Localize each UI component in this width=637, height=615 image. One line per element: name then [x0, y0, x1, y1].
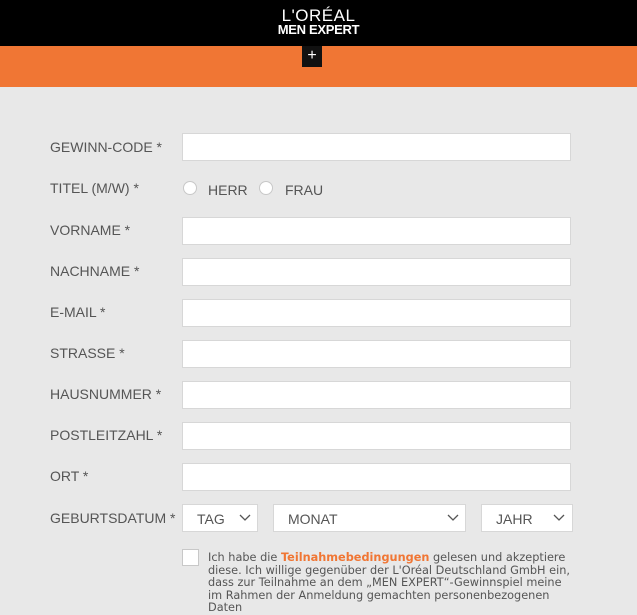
postleitzahl-input[interactable]: [182, 422, 571, 450]
vorname-label: VORNAME *: [50, 222, 131, 238]
ort-label: ORT *: [50, 468, 89, 484]
email-input[interactable]: [182, 299, 571, 327]
strasse-label: STRASSE *: [50, 345, 125, 361]
monat-select-value: MONAT: [288, 511, 338, 527]
ort-input[interactable]: [182, 463, 571, 491]
gewinn-code-label: GEWINN-CODE *: [50, 139, 162, 155]
chevron-down-icon: [553, 514, 565, 521]
hausnummer-label: HAUSNUMMER *: [50, 386, 162, 402]
radio-herr[interactable]: [183, 181, 197, 195]
postleitzahl-label: POSTLEITZAHL *: [50, 427, 163, 443]
nachname-input[interactable]: [182, 258, 571, 286]
teilnahmebedingungen-link[interactable]: Teilnahmebedingungen: [281, 551, 429, 564]
strasse-input[interactable]: [182, 340, 571, 368]
geburtsdatum-label: GEBURTSDATUM *: [50, 510, 176, 526]
titel-label: TITEL (M/W) *: [50, 180, 139, 196]
radio-frau[interactable]: [259, 181, 273, 195]
monat-select[interactable]: MONAT: [273, 504, 466, 532]
radio-herr-label[interactable]: HERR: [208, 182, 248, 198]
jahr-select-value: JAHR: [496, 511, 533, 527]
consent-checkbox[interactable]: [182, 549, 199, 566]
radio-frau-label[interactable]: FRAU: [285, 182, 323, 198]
tag-select[interactable]: TAG: [182, 504, 258, 532]
vorname-input[interactable]: [182, 217, 571, 245]
nachname-label: NACHNAME *: [50, 263, 140, 279]
jahr-select[interactable]: JAHR: [481, 504, 573, 532]
logo-brand-text: L'ORÉAL: [281, 6, 356, 25]
consent-text: Ich habe die Teilnahmebedingungen gelese…: [208, 551, 578, 615]
email-label: E-MAIL *: [50, 304, 106, 320]
hausnummer-input[interactable]: [182, 381, 571, 409]
gewinn-code-input[interactable]: [182, 133, 571, 161]
brand-logo[interactable]: L'ORÉAL MEN EXPERT: [0, 6, 637, 37]
logo-subbrand-text: MEN EXPERT: [277, 22, 360, 37]
plus-icon[interactable]: +: [302, 46, 322, 67]
chevron-down-icon: [239, 514, 251, 521]
consent-text-start: Ich habe die: [208, 551, 281, 564]
top-header-bar: L'ORÉAL MEN EXPERT: [0, 0, 637, 46]
tag-select-value: TAG: [197, 511, 225, 527]
chevron-down-icon: [447, 514, 459, 521]
